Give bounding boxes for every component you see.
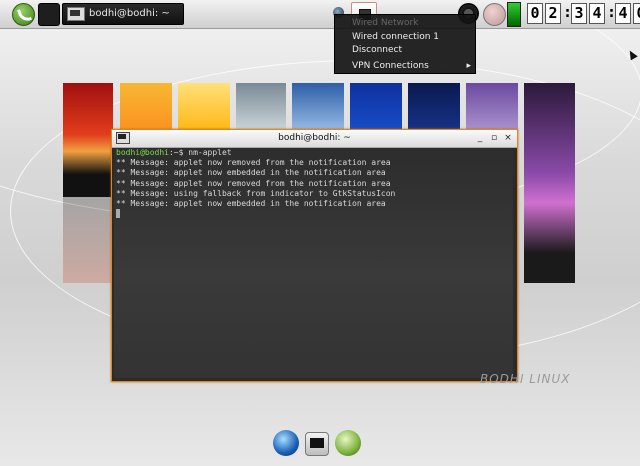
terminal-line: ** Message: applet now embedded in the n… <box>116 168 386 178</box>
terminal-window[interactable]: bodhi@bodhi: ~ _ ▫ × bodhi@bodhi:~$ nm-a… <box>111 129 518 382</box>
terminal-cursor-line <box>116 209 511 219</box>
text-cursor <box>116 209 120 219</box>
show-desktop-button[interactable] <box>38 3 60 26</box>
terminal-launcher-icon[interactable] <box>305 432 329 456</box>
clock-digit: 0 <box>633 3 640 24</box>
terminal-line: ** Message: using fallback from indicato… <box>116 188 396 198</box>
clock-separator: : <box>563 3 573 21</box>
window-titlebar[interactable]: bodhi@bodhi: ~ _ ▫ × <box>112 130 517 148</box>
terminal-icon <box>67 7 85 21</box>
clock-digit: 2 <box>545 3 561 24</box>
main-menu-button[interactable] <box>12 3 35 26</box>
window-title: bodhi@bodhi: ~ <box>278 133 351 143</box>
clock-separator: : <box>607 3 617 21</box>
terminal-icon <box>116 132 130 144</box>
wallpaper-reflection <box>63 197 113 283</box>
clock-digit: 4 <box>615 3 631 24</box>
menu-item-vpn-connections[interactable]: VPN Connections <box>352 61 429 71</box>
web-browser-icon[interactable] <box>273 430 299 456</box>
dock <box>273 430 363 460</box>
maximize-button[interactable]: ▫ <box>487 130 501 147</box>
bodhi-watermark-logo: BODHI LINUX <box>480 372 571 386</box>
terminal-output[interactable]: bodhi@bodhi:~$ nm-applet ** Message: app… <box>114 148 513 378</box>
menu-item-wired-connection[interactable]: Wired connection 1 <box>352 32 439 42</box>
shutdown-icon[interactable] <box>483 3 506 26</box>
network-menu-header: Wired Network <box>352 18 419 28</box>
prompt-command: :~$ nm-applet <box>168 148 232 157</box>
clock-digit: 4 <box>589 3 605 24</box>
minimize-button[interactable]: _ <box>473 130 487 147</box>
wallpaper-photo-purple-sunset <box>524 83 575 283</box>
terminal-line: ** Message: applet now removed from the … <box>116 158 391 168</box>
clock[interactable]: 0 2 : 3 4 : 4 0 <box>527 3 640 24</box>
taskbar-item-label: bodhi@bodhi: ~ <box>89 8 170 19</box>
close-button[interactable]: × <box>501 130 515 147</box>
terminal-line: ** Message: applet now embedded in the n… <box>116 199 386 209</box>
desktop[interactable]: bodhi@bodhi: ~ 0 2 : 3 4 : 4 0 Wired Net… <box>0 0 640 466</box>
wallpaper-photo-sunset-red <box>63 83 113 197</box>
battery-icon[interactable] <box>507 2 521 27</box>
bodhi-launcher-icon[interactable] <box>335 430 361 456</box>
submenu-arrow-icon: ▸ <box>466 61 471 71</box>
terminal-line: ** Message: applet now removed from the … <box>116 178 391 188</box>
taskbar-item-terminal[interactable]: bodhi@bodhi: ~ <box>62 3 184 25</box>
top-panel: bodhi@bodhi: ~ 0 2 : 3 4 : 4 0 <box>0 0 640 29</box>
terminal-prompt-line: bodhi@bodhi:~$ nm-applet <box>116 148 511 158</box>
clock-digit: 3 <box>571 3 587 24</box>
menu-item-disconnect[interactable]: Disconnect <box>352 45 402 55</box>
clock-digit: 0 <box>527 3 543 24</box>
network-menu: Wired Network Wired connection 1 Disconn… <box>334 14 476 74</box>
prompt-user: bodhi@bodhi <box>116 148 169 157</box>
